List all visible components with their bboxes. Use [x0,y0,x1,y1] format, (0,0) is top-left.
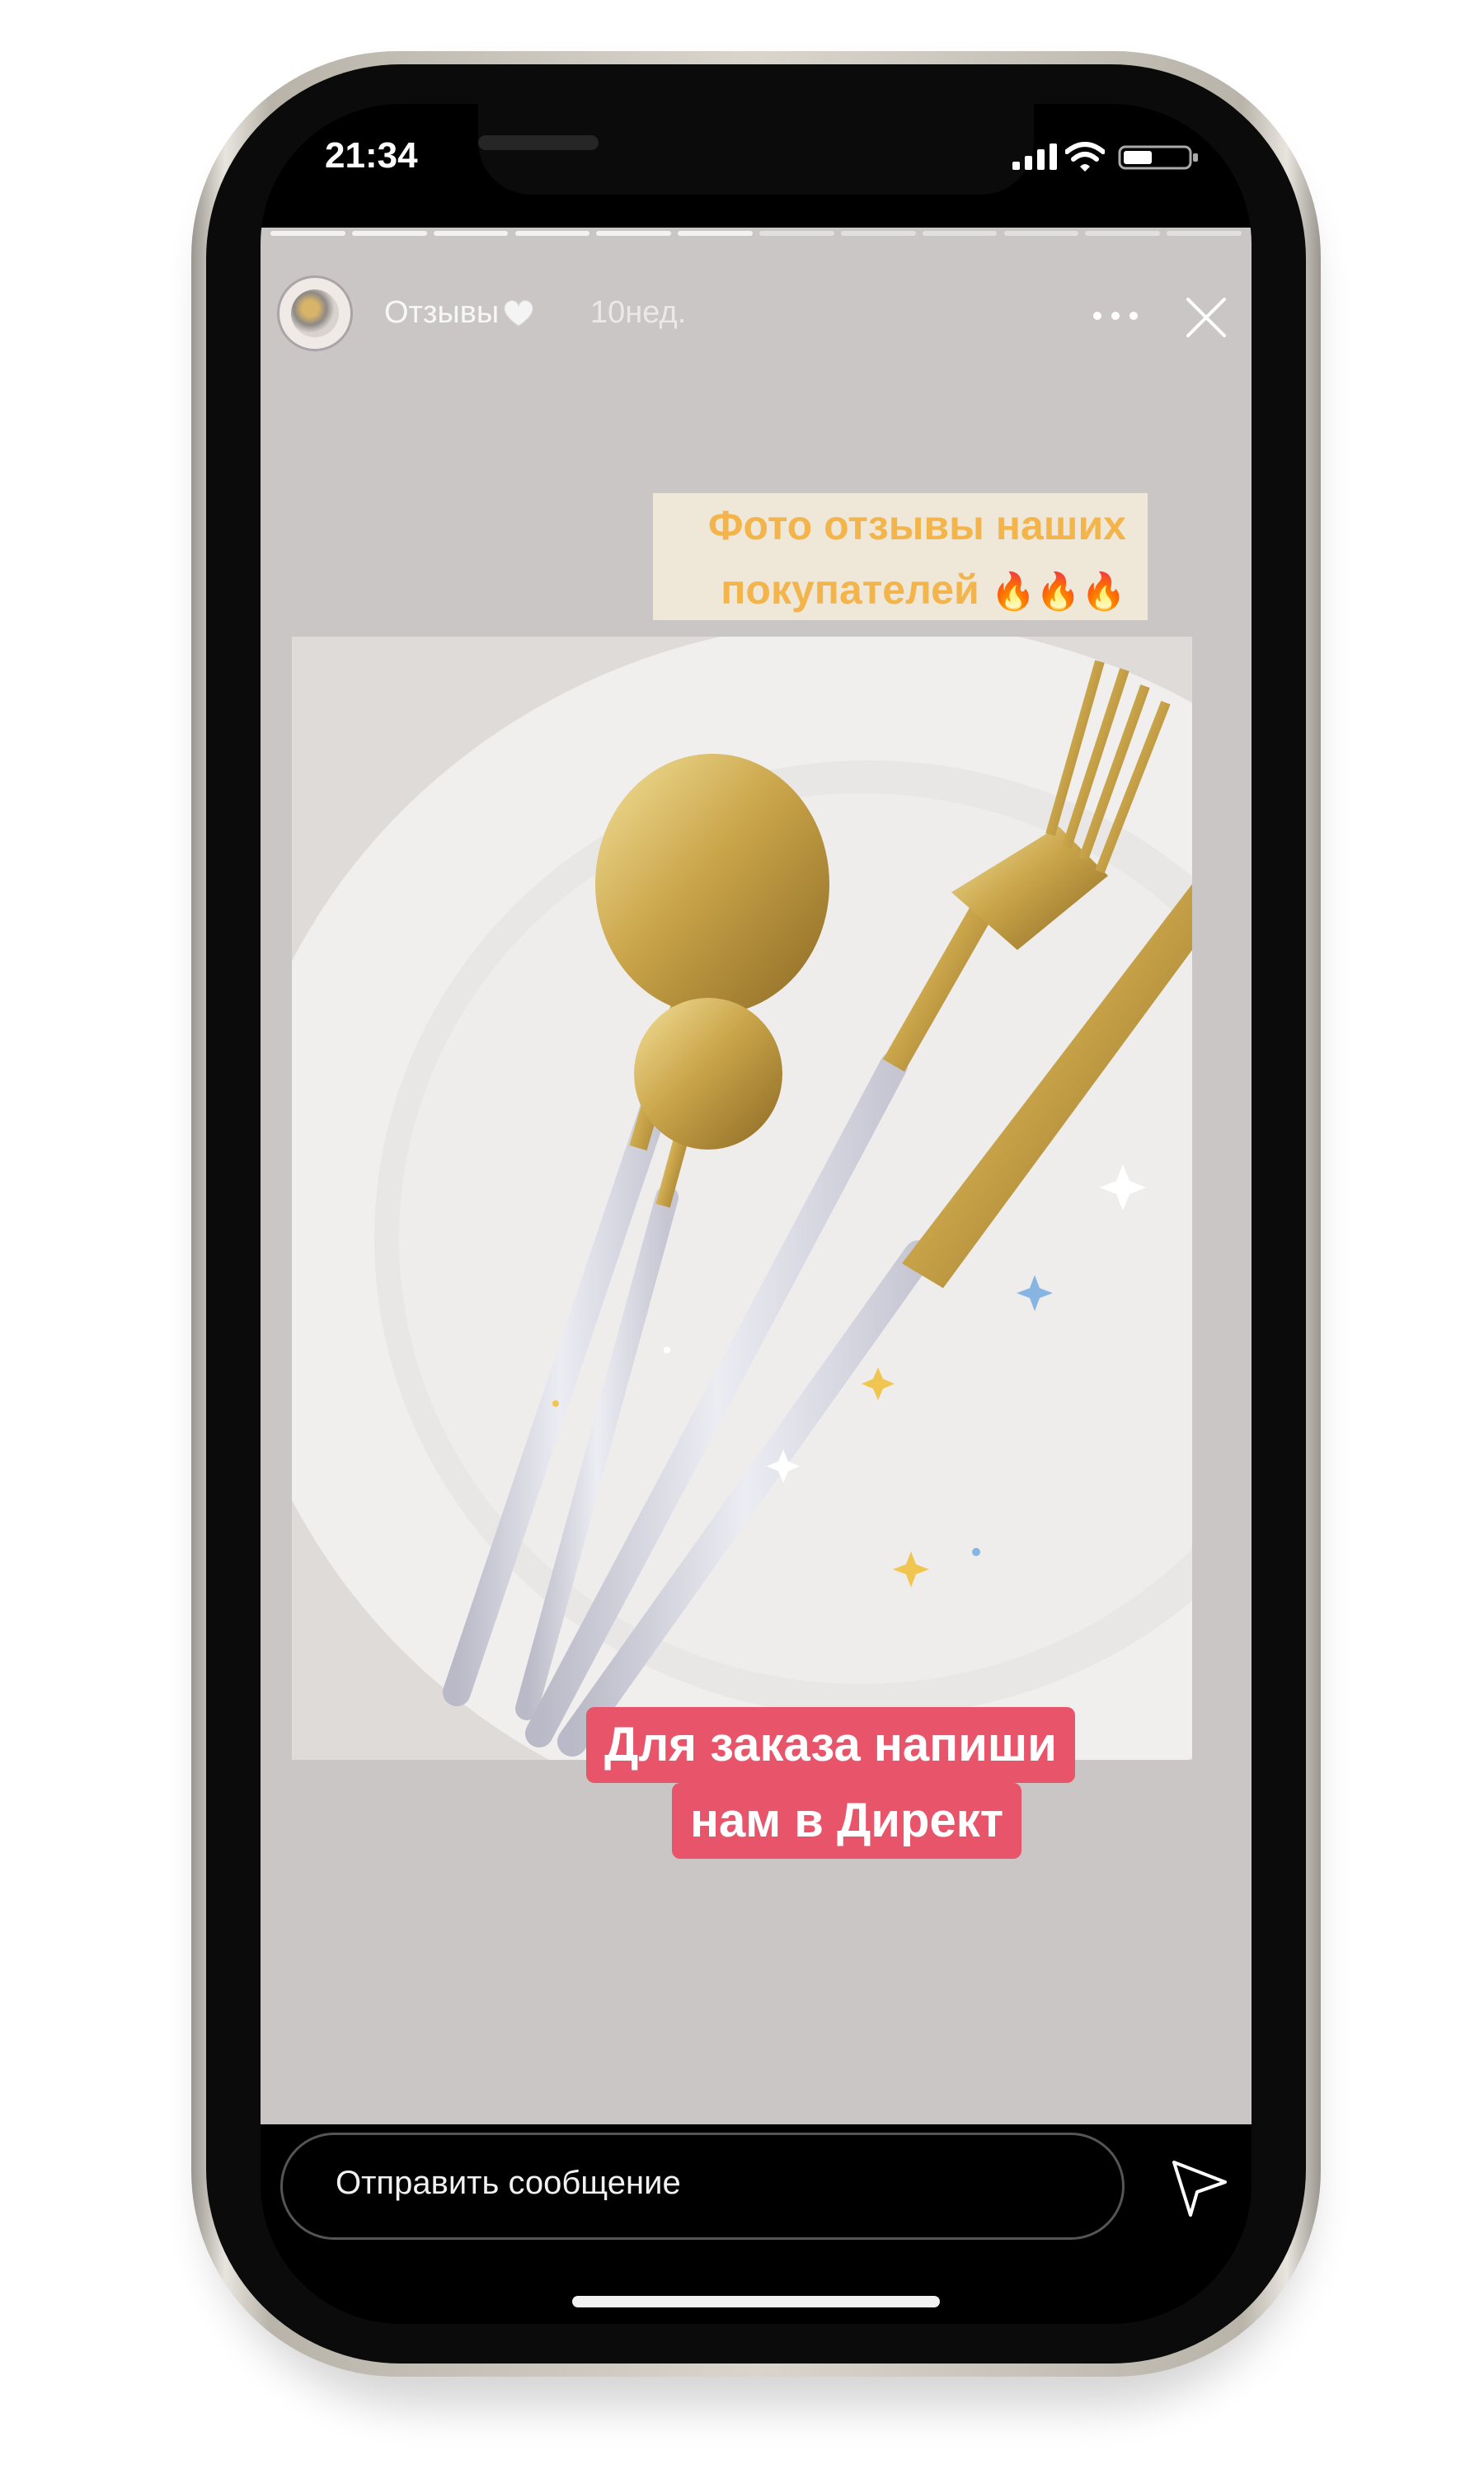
phone-screen: 21:34 Отзывы 10нед. Фото отзывы наших по… [261,104,1252,2324]
close-icon[interactable] [1184,295,1228,340]
wifi-icon [1065,142,1105,172]
send-icon[interactable] [1167,2156,1230,2218]
story-view[interactable]: Отзывы 10нед. Фото отзывы наших покупате… [261,228,1252,2124]
fire-emoji: 🔥🔥🔥 [990,571,1126,612]
more-icon[interactable] [1093,312,1139,323]
progress-segment [270,231,345,236]
progress-segment [433,231,509,236]
caption-bottom-line2: нам в Директ [672,1783,1022,1859]
message-placeholder: Отправить сообщение [336,2165,681,2201]
signal-icon [1012,143,1057,170]
story-progress [270,231,1242,238]
progress-segment [1085,231,1161,236]
progress-segment [840,231,916,236]
story-time: 10нед. [590,295,687,330]
progress-segment [759,231,834,236]
message-input[interactable]: Отправить сообщение [280,2133,1125,2240]
progress-segment [514,231,590,236]
speaker-grille [478,135,599,150]
home-indicator[interactable] [572,2296,940,2307]
story-title-text: Отзывы [384,295,500,330]
progress-segment [1167,231,1242,236]
story-title[interactable]: Отзывы [384,295,535,331]
progress-segment [678,231,753,236]
progress-segment [596,231,672,236]
caption-top: Фото отзывы наших покупателей 🔥🔥🔥 [653,493,1148,620]
avatar[interactable] [277,275,353,351]
caption-top-line1: Фото отзывы наших [707,502,1126,548]
caption-bottom-line1: Для заказа напиши [586,1707,1075,1783]
battery-icon [1118,145,1198,170]
progress-segment [1003,231,1079,236]
heart-icon [504,299,533,327]
progress-segment [351,231,427,236]
story-photo [292,637,1192,1760]
status-time: 21:34 [325,135,418,176]
story-header: Отзывы 10нед. [261,261,1252,351]
caption-bottom: Для заказа напиши нам в Директ [586,1707,1075,1859]
progress-segment [922,231,998,236]
caption-top-line2: покупателей [721,567,979,613]
